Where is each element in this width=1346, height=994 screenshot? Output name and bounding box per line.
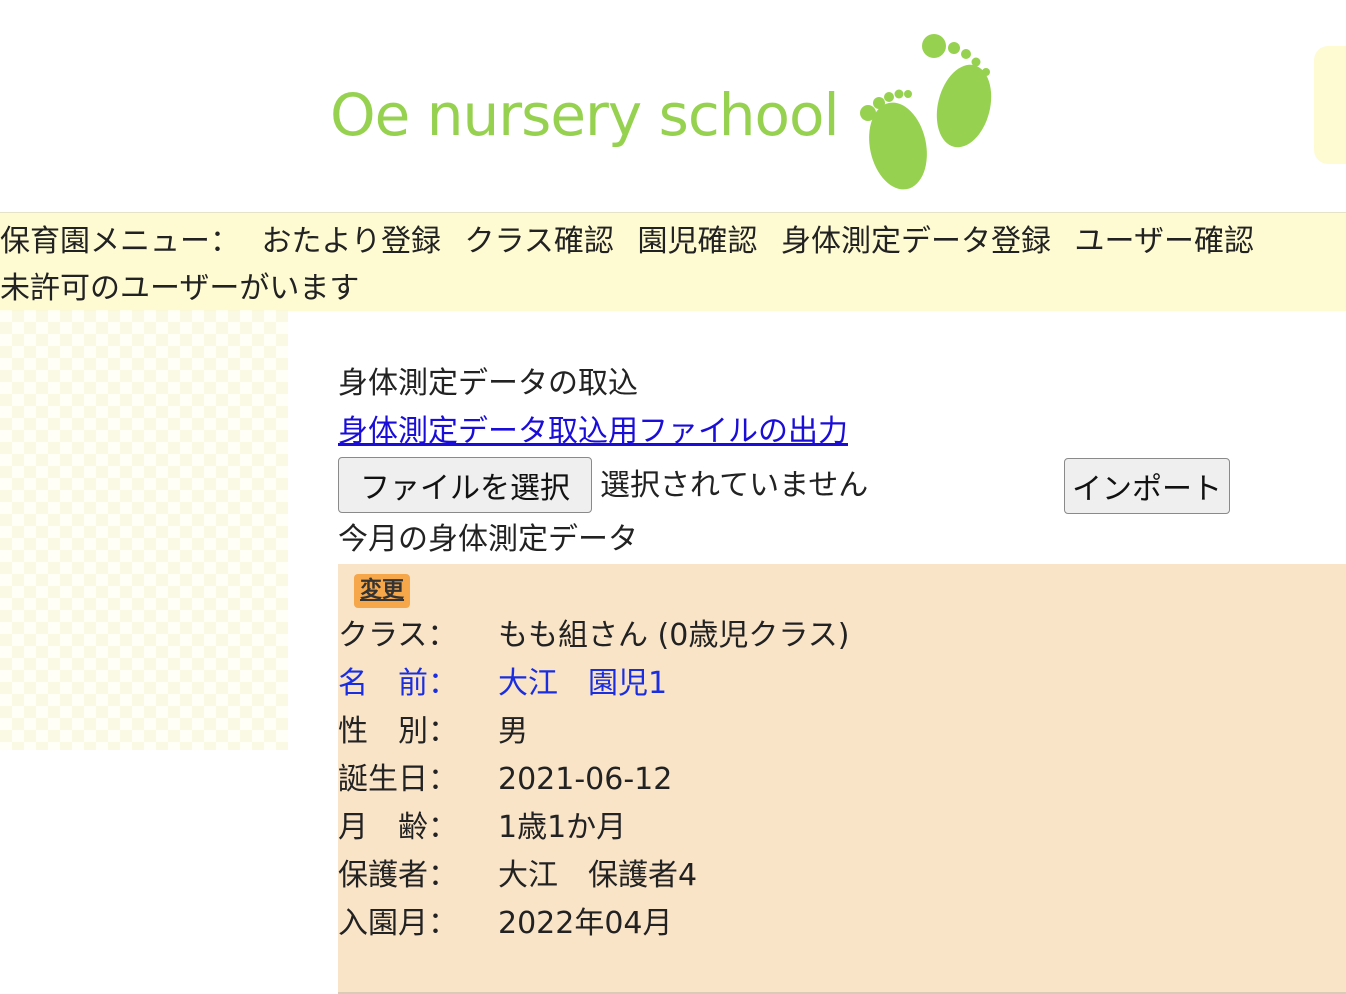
age-label: 月 齢： bbox=[338, 810, 458, 845]
site-header: Oe nursery school bbox=[0, 0, 1346, 212]
enrolled-label: 入園月： bbox=[338, 906, 458, 941]
guardian-label: 保護者： bbox=[338, 858, 458, 893]
name-value[interactable]: 大江 園児1 bbox=[498, 660, 667, 708]
decorative-pattern bbox=[0, 310, 288, 750]
side-tab[interactable] bbox=[1314, 46, 1346, 164]
edit-button[interactable]: 変更 bbox=[354, 574, 411, 608]
guardian-value: 大江 保護者4 bbox=[498, 858, 698, 893]
age-value: 1歳1か月 bbox=[498, 810, 627, 845]
gender-label: 性 別： bbox=[338, 714, 458, 749]
choose-file-button[interactable]: ファイルを選択 bbox=[338, 457, 592, 513]
menu-item-class-check[interactable]: クラス確認 bbox=[465, 224, 614, 259]
class-value: もも組さん (0歳児クラス) bbox=[498, 618, 850, 653]
import-title: 身体測定データの取込 bbox=[338, 366, 638, 401]
birthday-label: 誕生日： bbox=[338, 762, 458, 797]
class-label: クラス： bbox=[338, 618, 458, 653]
menu-item-body-measure-register[interactable]: 身体測定データ登録 bbox=[781, 224, 1051, 259]
import-button[interactable]: インポート bbox=[1064, 458, 1230, 514]
menu-item-newsletter-register[interactable]: おたより登録 bbox=[262, 224, 441, 259]
menu-item-child-check[interactable]: 園児確認 bbox=[637, 224, 757, 259]
monthly-data-title: 今月の身体測定データ bbox=[338, 522, 638, 557]
footprints-logo-icon bbox=[860, 34, 992, 190]
unapproved-users-notice[interactable]: 未許可のユーザーがいます bbox=[0, 266, 359, 312]
enrolled-value: 2022年04月 bbox=[498, 906, 673, 941]
birthday-value: 2021-06-12 bbox=[498, 762, 673, 797]
gender-value: 男 bbox=[498, 714, 528, 749]
file-status-text: 選択されていません bbox=[600, 468, 869, 503]
name-label[interactable]: 名 前： bbox=[338, 660, 498, 708]
menu-row: 保育園メニュー： おたより登録 クラス確認 園児確認 身体測定データ登録 ユーザ… bbox=[0, 219, 1256, 265]
menu-prefix: 保育園メニュー： bbox=[0, 224, 240, 259]
child-measurement-card: 変更 クラス： もも組さん (0歳児クラス) 名 前： 大江 園児1 性 別： … bbox=[338, 564, 1346, 994]
menu-item-user-check[interactable]: ユーザー確認 bbox=[1075, 224, 1254, 259]
export-file-link[interactable]: 身体測定データ取込用ファイルの出力 bbox=[338, 408, 848, 456]
logo-text[interactable]: Oe nursery school bbox=[330, 80, 840, 150]
nursery-menu-bar: 保育園メニュー： おたより登録 クラス確認 園児確認 身体測定データ登録 ユーザ… bbox=[0, 212, 1346, 311]
